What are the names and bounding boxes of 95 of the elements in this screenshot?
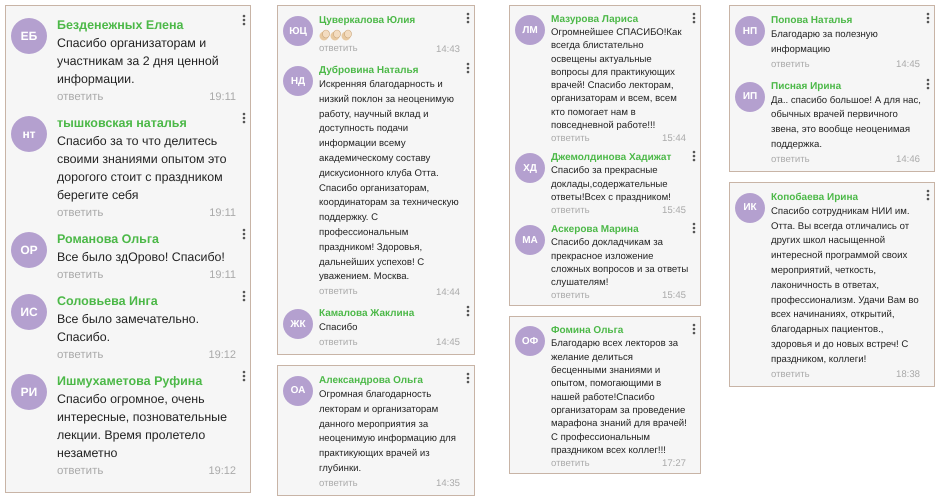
author-name: Александрова Ольга	[319, 374, 424, 388]
avatar: ОА	[283, 376, 313, 406]
more-icon[interactable]	[242, 370, 246, 382]
avatar: НД	[283, 66, 313, 96]
avatar: ЕБ	[11, 18, 47, 54]
comment-text: Спасибо за прекрасные доклады,содержательные ответы!Всех с праздником!	[551, 164, 672, 204]
author-name: Мазурова Лариса	[551, 13, 640, 26]
author-name: Дубровина Наталья	[319, 64, 420, 78]
author-name: Попова Наталья	[771, 14, 854, 28]
comment-time: 14:45	[436, 337, 460, 348]
comment-time: 14:43	[436, 44, 460, 54]
comment-time: 15:45	[662, 290, 686, 302]
avatar: нт	[11, 116, 47, 152]
comment-time: 19:12	[208, 349, 236, 361]
comment-time: 19:11	[209, 269, 236, 281]
comment-text: Все было замечательно. Спасибо.	[57, 311, 200, 346]
comment-text: Спасибо за то что делитесь своими знаниями опытом это дорогого стоит с праздником берегите себя	[57, 133, 228, 204]
comment-time: 19:11	[209, 91, 236, 103]
comment-text: Огромная благодарность лекторам и организаторам данного мероприятия за неоценимую информацию для практикующих врачей из глубинки.	[319, 388, 457, 476]
comment-text: Да.. спасибо большое! А для нас, обычных врачей первичного звена, это вообще неоценимая поддержка.	[771, 94, 922, 152]
author-name: тышковская наталья	[57, 115, 188, 132]
author-name: Соловьева Инга	[57, 293, 159, 310]
avatar: РИ	[11, 374, 47, 410]
author-name: Джемолдинова Хадижат	[551, 151, 672, 164]
reply-link[interactable]: ответить	[551, 132, 590, 146]
reply-link[interactable]: ответить	[57, 462, 104, 480]
more-icon[interactable]	[692, 150, 696, 162]
author-name: Романова Ольга	[57, 231, 160, 248]
author-name: Цуверкалова Юлия	[319, 14, 416, 28]
more-icon[interactable]	[466, 305, 470, 318]
reply-link[interactable]: ответить	[319, 285, 358, 300]
reply-link[interactable]: ответить	[771, 152, 810, 167]
avatar: НП	[735, 16, 765, 46]
comment-time: 19:12	[208, 465, 236, 477]
comment-text: Благодарю всех лекторов за желание делиться бесценными знаниями и опытом, помогающими в нашей работе!Спасибо организаторам за проведение марафона знаний для врачей! С профессиональным праздником всех коллег!!!	[551, 337, 688, 458]
comment-text: Искренняя благодарность и низкий поклон за неоценимую работу, научный вклад и доступность подачи информации всему академическому составу дискусионного клуба Отта. Спасибо организаторам, координаторам за техническую поддержку. С профессиональным праздником! Здоровья, дальнейших успехов! С уважением. Москва.	[319, 78, 460, 284]
reply-link[interactable]: ответить	[551, 457, 590, 470]
reply-link[interactable]: ответить	[57, 266, 104, 284]
comment-text: Все было здОрово! Спасибо!	[57, 249, 226, 266]
reply-link[interactable]: ответить	[551, 289, 590, 302]
comment-time: 14:45	[896, 59, 920, 70]
avatar: ИК	[735, 192, 765, 223]
more-icon[interactable]	[926, 188, 930, 201]
comment-time: 14:44	[436, 286, 460, 298]
author-name: Ишмухаметова Руфина	[57, 373, 204, 390]
comment-time: 17:27	[662, 458, 686, 470]
comment-text: Спасибо сотрудникам НИИ им. Отта. Вы всегда отличались от других школ насыщенной интересной программой своих мероприятий, четкость, лаконичность в ответах, профессионализм. Удачи Вам во всех начинаниях, открытий, благодарных пациентов., здоровья и до новых встреч! С праздником, коллеги!	[771, 204, 920, 367]
reply-link[interactable]: ответить	[551, 204, 590, 218]
avatar: ИП	[735, 82, 765, 112]
more-icon[interactable]	[466, 62, 470, 74]
more-icon[interactable]	[692, 12, 696, 24]
comment-time: 15:44	[662, 133, 686, 144]
comment-text: Спасибо огромное, очень интересные, позновательные лекции. Время пролетело незаметно	[57, 391, 228, 462]
avatar: ИС	[11, 294, 47, 330]
reply-link[interactable]: ответить	[771, 58, 810, 72]
more-icon[interactable]	[242, 228, 246, 240]
more-icon[interactable]	[466, 372, 470, 384]
more-icon[interactable]	[466, 12, 470, 24]
avatar: ЛМ	[515, 15, 545, 45]
reply-link[interactable]: ответить	[319, 336, 358, 350]
avatar: МА	[515, 225, 545, 256]
comment-text: Огромнейшее СПАСИБО!Как всегда блистательно освещены актуальные вопросы для практикующих врачей! Спасибо лекторам, организаторам и всем, всем кто помогает нам в повседневной работе!!!	[551, 26, 683, 132]
avatar: ЮЦ	[283, 16, 313, 46]
more-icon[interactable]	[692, 323, 696, 336]
avatar: ХД	[515, 153, 545, 184]
reply-link[interactable]: ответить	[771, 368, 810, 382]
more-icon[interactable]	[242, 112, 246, 124]
comment-text: Спасибо докладчикам за прекрасное изложение сложных вопросов и за ответы слушателям!	[551, 236, 690, 290]
author-name: Безденежных Елена	[57, 17, 184, 34]
avatar: ОР	[11, 232, 47, 268]
author-name: Камалова Жаклина	[319, 307, 416, 322]
author-name: Фомина Ольга	[551, 324, 624, 338]
reply-link[interactable]: ответить	[57, 88, 104, 106]
comment-time: 15:45	[662, 205, 686, 216]
comment-text: Спасибо	[319, 321, 358, 336]
avatar: ЖК	[283, 309, 313, 340]
more-icon[interactable]	[242, 290, 246, 302]
avatar: ОФ	[515, 326, 545, 356]
comment-time: 18:38	[896, 369, 920, 380]
comment-text: Благодарю за полезную информацию	[771, 28, 879, 57]
more-icon[interactable]	[242, 14, 246, 26]
comment-time: 19:11	[209, 207, 236, 219]
more-icon[interactable]	[926, 12, 930, 24]
reply-link[interactable]: ответить	[57, 204, 104, 222]
author-name: Копобаева Ирина	[771, 190, 860, 205]
author-name: Писная Ирина	[771, 80, 842, 94]
more-icon[interactable]	[692, 222, 696, 234]
comment-time: 14:46	[896, 154, 920, 166]
author-name: Аскерова Марина	[551, 223, 640, 236]
reply-link[interactable]: ответить	[319, 476, 358, 491]
reply-link[interactable]: ответить	[319, 42, 358, 56]
comment-text: Спасибо организаторам и участникам за 2 дня ценной информации.	[57, 35, 220, 88]
reply-link[interactable]: ответить	[57, 346, 104, 364]
comment-time: 14:35	[436, 478, 460, 490]
more-icon[interactable]	[926, 78, 930, 90]
